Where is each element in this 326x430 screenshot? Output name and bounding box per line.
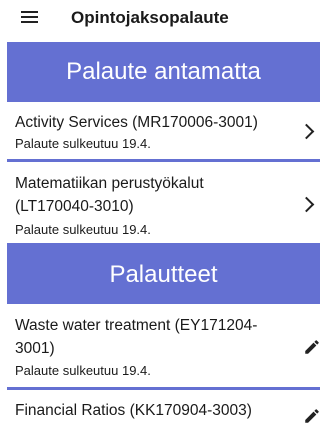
chevron-right-icon[interactable]	[298, 123, 315, 140]
feedback-item-financial-ratios[interactable]: Financial Ratios (KK170904-3003)	[7, 390, 320, 430]
feedback-item-waste-water[interactable]: Waste water treatment (EY171204-3001) Pa…	[7, 304, 320, 390]
feedback-item-activity-services[interactable]: Activity Services (MR170006-3001) Palaut…	[7, 102, 320, 162]
app-bar: Opintojaksopalaute	[0, 0, 326, 36]
feedback-item-matematiikan[interactable]: Matematiikan perustyökalut (LT170040-301…	[7, 162, 320, 246]
chevron-right-icon[interactable]	[298, 196, 315, 213]
course-title: Activity Services (MR170006-3001)	[15, 114, 258, 131]
closing-date: Palaute sulkeutuu 19.4.	[15, 363, 151, 378]
page-title: Opintojaksopalaute	[71, 8, 229, 27]
closing-date: Palaute sulkeutuu 19.4.	[15, 222, 151, 237]
section-header-given: Palautteet	[7, 246, 320, 304]
menu-icon[interactable]	[21, 11, 41, 25]
closing-date: Palaute sulkeutuu 19.4.	[15, 136, 151, 151]
pencil-icon[interactable]	[303, 407, 321, 425]
course-title: Financial Ratios (KK170904-3003)	[15, 402, 252, 419]
course-title: Waste water treatment (EY171204-3001)	[15, 317, 258, 357]
section-header-pending: Palaute antamatta	[7, 42, 320, 102]
pencil-icon[interactable]	[303, 338, 321, 356]
course-title: Matematiikan perustyökalut (LT170040-301…	[15, 175, 204, 215]
